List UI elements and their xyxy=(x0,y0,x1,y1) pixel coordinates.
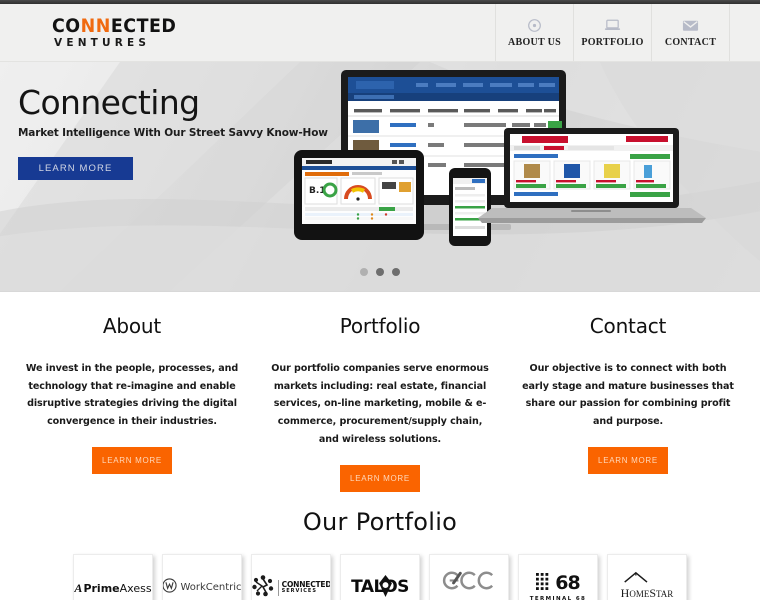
portfolio-section-title: Our Portfolio xyxy=(0,508,760,536)
column-portfolio: Portfolio Our portfolio companies serve … xyxy=(256,314,504,492)
primeaxess-name-bold: Prime xyxy=(83,581,120,595)
column-about: About We invest in the people, processes… xyxy=(8,314,256,492)
portfolio-title-word2: Portfolio xyxy=(355,507,458,536)
site-header: CONNECTED VENTURES ABOUT US PORTFOLIO CO… xyxy=(0,4,760,62)
workcentric-name: WorkCentric xyxy=(180,581,242,593)
terminal68-number: 68 xyxy=(555,571,580,594)
portfolio-logo-primeaxess[interactable]: APrimeAxess xyxy=(73,553,153,600)
circle-target-icon xyxy=(526,17,544,33)
column-about-body: We invest in the people, processes, and … xyxy=(25,363,239,428)
column-contact: Contact Our objective is to connect with… xyxy=(504,314,752,492)
column-portfolio-title: Portfolio xyxy=(339,314,421,338)
nav-item-contact[interactable]: CONTACT xyxy=(651,4,729,61)
column-about-learn-more-button[interactable]: LEARN MORE xyxy=(92,446,172,474)
carousel-dot-2[interactable] xyxy=(376,268,384,276)
nav-label-portfolio: PORTFOLIO xyxy=(581,37,644,48)
logo-secondary-text: VENTURES xyxy=(54,36,151,49)
carousel-dot-1[interactable] xyxy=(360,268,368,276)
connected-services-divider xyxy=(277,579,279,596)
homestar-ome: OME xyxy=(629,588,650,599)
logo-text-pre: CO xyxy=(52,14,81,37)
talos-diamond-icon xyxy=(379,575,392,598)
portfolio-logo-connected-services[interactable]: CONNECTED SERVICES xyxy=(251,553,331,600)
primeaxess-mark-icon: A xyxy=(74,580,83,595)
ecc-mark-icon xyxy=(434,569,505,596)
nav-label-about-us: ABOUT US xyxy=(507,37,562,48)
feature-columns: About We invest in the people, processes… xyxy=(0,292,760,492)
logo-text-post: ECTED xyxy=(110,14,177,37)
brand-logo[interactable]: CONNECTED VENTURES xyxy=(0,4,495,61)
nav-end-spacer xyxy=(729,4,760,61)
hero-learn-more-button[interactable]: LEARN MORE xyxy=(18,157,133,180)
nav-item-portfolio[interactable]: PORTFOLIO xyxy=(573,4,651,61)
envelope-icon xyxy=(682,17,700,33)
column-portfolio-learn-more-button[interactable]: LEARN MORE xyxy=(340,464,420,492)
column-portfolio-body: Our portfolio companies serve enormous m… xyxy=(271,363,489,445)
column-about-title: About xyxy=(102,314,162,338)
portfolio-logo-workcentric[interactable]: WorkCentric xyxy=(162,553,242,600)
logo-text-nn-orange: NN xyxy=(80,14,111,37)
primeaxess-name-light: Axess xyxy=(119,581,152,595)
laptop-icon xyxy=(604,17,622,33)
carousel-dot-3[interactable] xyxy=(392,268,400,276)
hero-title: Connecting xyxy=(18,83,200,122)
hero-device-mockup-image: B.1 xyxy=(286,66,756,291)
terminal68-dot-matrix-icon xyxy=(536,572,553,594)
column-contact-title: Contact xyxy=(589,314,667,338)
main-navigation: ABOUT US PORTFOLIO CONTACT xyxy=(495,4,760,61)
hero-carousel: B.1 Connecting Market Intelligence With … xyxy=(0,62,760,292)
homestar-tar: TAR xyxy=(656,588,674,599)
portfolio-logo-talos[interactable]: TALOS xyxy=(340,553,420,600)
connected-services-line2: SERVICES xyxy=(281,587,317,594)
nav-item-about-us[interactable]: ABOUT US xyxy=(495,4,573,61)
portfolio-logo-grid: APrimeAxess WorkCentric CONNECTED SERVIC… xyxy=(0,553,760,600)
homestar-roof-icon xyxy=(624,571,648,583)
workcentric-circle-w-icon xyxy=(163,578,178,597)
hero-copy: Connecting Market Intelligence With Our … xyxy=(18,86,328,180)
column-contact-learn-more-button[interactable]: LEARN MORE xyxy=(588,446,668,474)
hero-subtitle: Market Intelligence With Our Street Savv… xyxy=(18,127,328,139)
portfolio-logo-terminal-68[interactable]: 68 TERMINAL 68 xyxy=(518,553,598,600)
connected-services-starburst-icon xyxy=(252,574,275,600)
nav-label-contact: CONTACT xyxy=(664,37,717,48)
portfolio-logo-homestar[interactable]: HOMESTAR PROFESSIONALS xyxy=(607,553,687,600)
homestar-name: HOMESTAR xyxy=(621,587,674,599)
portfolio-title-word1: Our xyxy=(302,507,348,536)
logo-primary-text: CONNECTED xyxy=(52,14,177,37)
carousel-dots xyxy=(0,268,760,276)
column-contact-body: Our objective is to connect with both ea… xyxy=(522,363,734,428)
portfolio-logo-ecc[interactable]: THE ENERGY CONTROL COMPANY xyxy=(429,553,509,600)
